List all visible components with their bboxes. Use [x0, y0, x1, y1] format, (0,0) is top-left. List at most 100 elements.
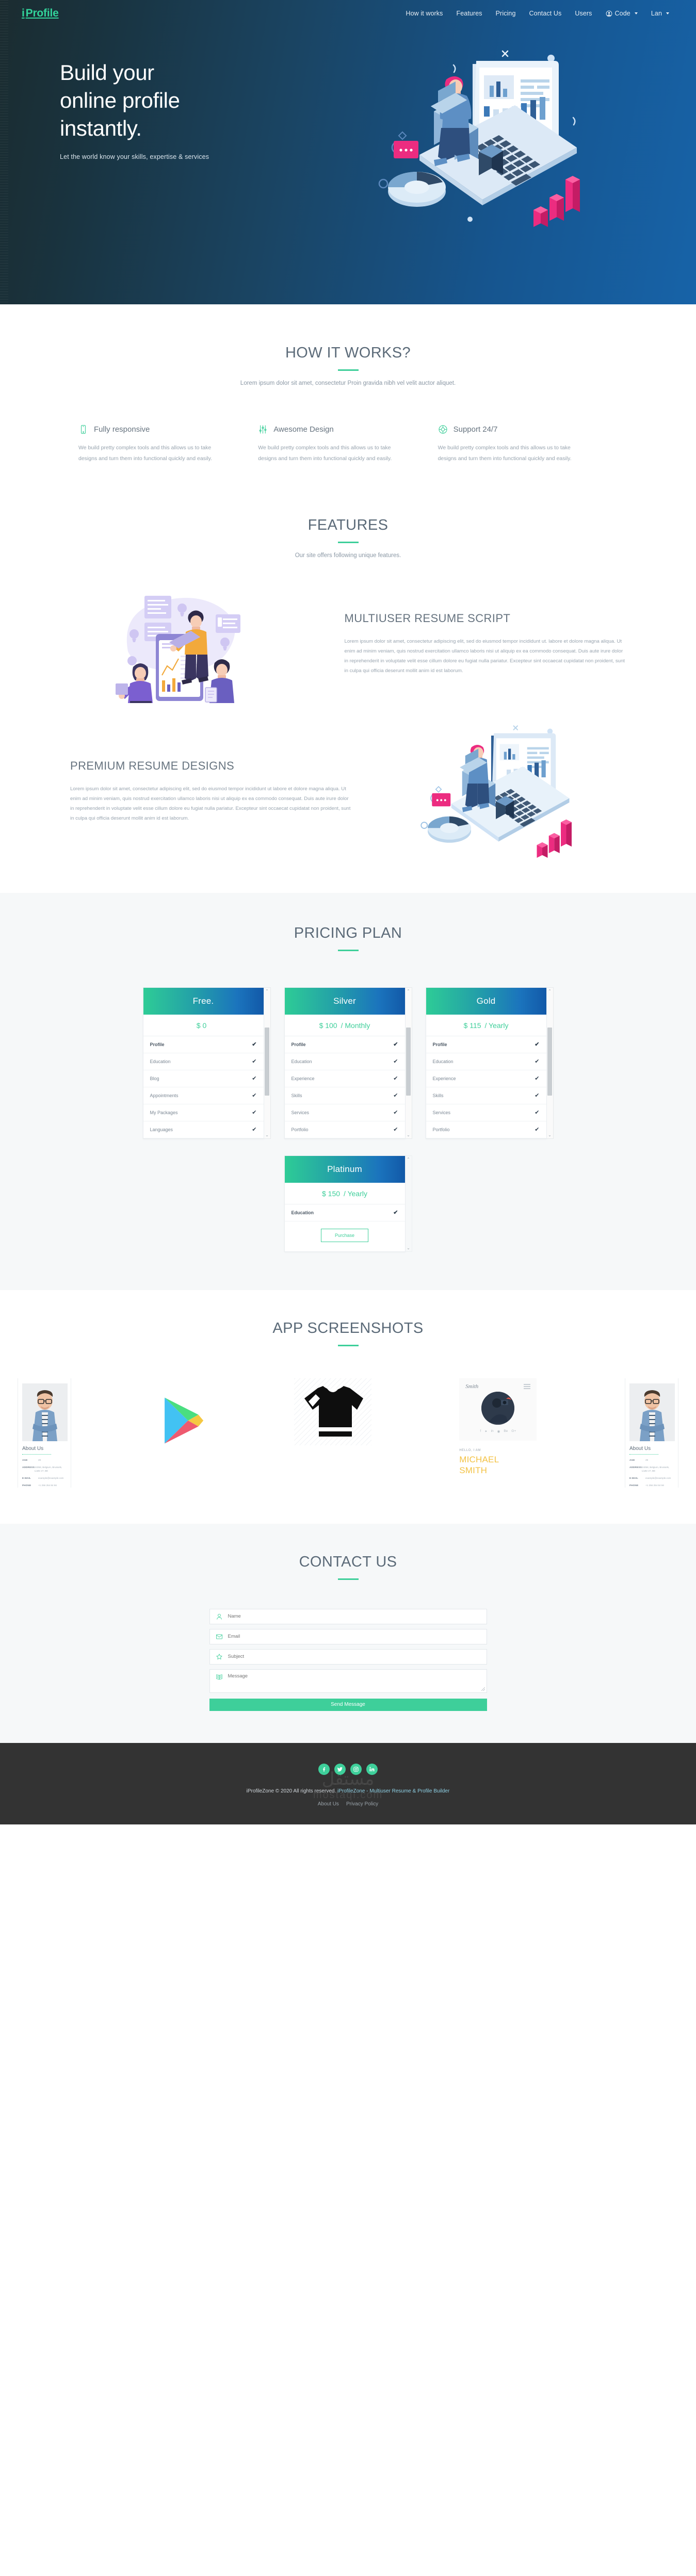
- pricing-card-price-row: $ 0: [143, 1015, 264, 1036]
- section-divider: [337, 369, 359, 371]
- scrollbar-thumb[interactable]: [547, 1028, 552, 1096]
- pricing-feature-row: Education ✔: [284, 1053, 405, 1070]
- textarea-resize-handle[interactable]: [481, 1687, 485, 1691]
- name-input[interactable]: [228, 1613, 481, 1620]
- pricing-card-scrollbar[interactable]: ⌃ ⌄: [405, 987, 412, 1139]
- facebook-icon[interactable]: [318, 1763, 330, 1775]
- pricing-card-period: / Yearly: [344, 1189, 367, 1198]
- how-it-works-item: Fully responsive We build pretty complex…: [78, 425, 258, 464]
- twitter-icon[interactable]: ✦: [484, 1429, 487, 1433]
- pricing-card-price-row: $ 115 / Yearly: [426, 1015, 546, 1036]
- feature-block-premium: PREMIUM RESUME DESIGNS Lorem ipsum dolor…: [21, 722, 675, 861]
- pricing-card-period: / Monthly: [341, 1021, 370, 1030]
- envelope-icon: [216, 1633, 223, 1640]
- pricing-feature-label: Appointments: [150, 1093, 179, 1098]
- how-it-works-section: HOW IT WORKS? Lorem ipsum dolor sit amet…: [0, 304, 696, 493]
- check-icon: ✔: [252, 1126, 257, 1133]
- twitter-icon[interactable]: [334, 1763, 346, 1775]
- pricing-feature-label: Profile: [291, 1042, 306, 1047]
- scroll-down-arrow-icon[interactable]: ⌄: [407, 1133, 410, 1137]
- pricing-card-name: Gold: [426, 988, 546, 1015]
- email-input[interactable]: [228, 1634, 481, 1640]
- about-value: +1 256 254 84 56: [38, 1484, 57, 1487]
- screenshot-profile-card[interactable]: About Us AGE 29 ADDRESS 24058, Belgium, …: [625, 1378, 678, 1488]
- purchase-button[interactable]: Purchase: [320, 1229, 369, 1242]
- check-icon: ✔: [252, 1041, 257, 1048]
- google-plus-icon[interactable]: G+: [511, 1429, 516, 1433]
- scroll-up-arrow-icon[interactable]: ⌃: [548, 989, 552, 993]
- nav-item-language[interactable]: Lan: [651, 10, 669, 17]
- footer-link-privacy-policy[interactable]: Privacy Policy: [346, 1801, 378, 1807]
- pricing-feature-label: Education: [150, 1059, 171, 1064]
- about-divider: [629, 1454, 658, 1455]
- screenshot-smith-profile[interactable]: Smith f ✦ in ◉ Be G+ HELLO, I AM MICHAEL…: [459, 1378, 537, 1476]
- scrollbar-thumb[interactable]: [406, 1028, 411, 1096]
- dribbble-icon[interactable]: ◉: [497, 1429, 500, 1433]
- pricing-card-scrollbar[interactable]: ⌃ ⌄: [405, 1155, 412, 1252]
- name-field-wrapper[interactable]: [209, 1608, 487, 1624]
- brand-logo[interactable]: i Profile: [22, 7, 59, 20]
- subject-field-wrapper[interactable]: [209, 1649, 487, 1665]
- how-it-works-item-title: Support 24/7: [453, 425, 498, 434]
- scroll-up-arrow-icon[interactable]: ⌃: [265, 989, 269, 993]
- feature-paragraph-multiuser: Lorem ipsum dolor sit amet, consectetur …: [344, 638, 625, 674]
- nav-item-how-it-works[interactable]: How it works: [406, 10, 443, 17]
- chevron-down-icon: [666, 12, 669, 14]
- feature-text-premium: PREMIUM RESUME DESIGNS Lorem ipsum dolor…: [70, 759, 351, 824]
- screenshot-google-play[interactable]: [159, 1378, 206, 1448]
- behance-icon[interactable]: Be: [504, 1429, 508, 1433]
- scroll-down-arrow-icon[interactable]: ⌄: [548, 1133, 552, 1137]
- user-icon: [216, 1613, 223, 1620]
- about-row: ADDRESS 24058, Belgium, Brussels, Liutte…: [629, 1465, 674, 1473]
- app-screenshots-title: APP SCREENSHOTS: [272, 1320, 424, 1336]
- scroll-down-arrow-icon[interactable]: ⌄: [265, 1133, 269, 1137]
- linkedin-icon[interactable]: in: [491, 1429, 494, 1433]
- footer-link-about-us[interactable]: About Us: [318, 1801, 339, 1807]
- footer-tagline: iProfileZone - Multiuser Resume & Profil…: [337, 1788, 450, 1794]
- pricing-card-period: / Yearly: [484, 1021, 509, 1030]
- screenshot-profile-card[interactable]: About Us AGE 29 ADDRESS 24058, Belgium, …: [18, 1378, 71, 1488]
- instagram-icon[interactable]: [350, 1763, 362, 1775]
- hamburger-menu-icon[interactable]: [524, 1384, 531, 1389]
- send-message-button[interactable]: Send Message: [209, 1698, 487, 1711]
- email-field-wrapper[interactable]: [209, 1628, 487, 1644]
- message-textarea[interactable]: [228, 1673, 481, 1690]
- photographer-photo: [481, 1392, 515, 1425]
- footer-links: About Us Privacy Policy: [0, 1801, 696, 1807]
- scroll-up-arrow-icon[interactable]: ⌃: [407, 989, 410, 993]
- about-key: E-MAIL: [22, 1477, 31, 1480]
- check-icon: ✔: [535, 1092, 540, 1099]
- pricing-card-scrollbar[interactable]: ⌃ ⌄: [264, 987, 271, 1139]
- nav-item-code[interactable]: Code: [606, 10, 638, 17]
- message-field-wrapper[interactable]: [209, 1669, 487, 1693]
- pricing-feature-label: Services: [432, 1110, 451, 1115]
- scroll-up-arrow-icon[interactable]: ⌃: [407, 1157, 410, 1162]
- about-value: 29: [38, 1459, 41, 1461]
- feature-text-multiuser: MULTIUSER RESUME SCRIPT Lorem ipsum dolo…: [345, 612, 626, 676]
- about-key: ADDRESS: [22, 1466, 35, 1469]
- pricing-card-scrollbar[interactable]: ⌃ ⌄: [546, 987, 554, 1139]
- scroll-down-arrow-icon[interactable]: ⌄: [407, 1246, 410, 1250]
- about-value: 29: [645, 1459, 649, 1461]
- footer-copyright: iProfileZone © 2020 All rights reserved.: [246, 1788, 336, 1794]
- about-row: AGE 29: [629, 1458, 674, 1462]
- pricing-feature-label: Blog: [150, 1076, 159, 1081]
- features-section: FEATURES Our site offers following uniqu…: [0, 493, 696, 871]
- nav-item-users[interactable]: Users: [575, 10, 592, 17]
- man-with-glasses-photo: [22, 1383, 68, 1441]
- pricing-card-price: $ 115: [463, 1021, 481, 1030]
- scrollbar-thumb[interactable]: [265, 1028, 269, 1096]
- pricing-card-gold: Gold $ 115 / Yearly Profile ✔ Education ✔ …: [425, 987, 554, 1139]
- app-screenshots-carousel[interactable]: About Us AGE 29 ADDRESS 24058, Belgium, …: [0, 1378, 696, 1488]
- nav-item-pricing[interactable]: Pricing: [496, 10, 516, 17]
- linkedin-icon[interactable]: [366, 1763, 378, 1775]
- feature-paragraph-premium: Lorem ipsum dolor sit amet, consectetur …: [70, 786, 351, 822]
- section-divider: [337, 1345, 359, 1346]
- facebook-icon[interactable]: f: [480, 1429, 481, 1433]
- nav-item-contact-us[interactable]: Contact Us: [529, 10, 562, 17]
- nav-item-features[interactable]: Features: [456, 10, 482, 17]
- subject-input[interactable]: [228, 1654, 481, 1660]
- pricing-feature-label: Services: [291, 1110, 310, 1115]
- screenshot-tshirt[interactable]: [294, 1378, 371, 1445]
- pricing-feature-row: Education ✔: [284, 1204, 405, 1221]
